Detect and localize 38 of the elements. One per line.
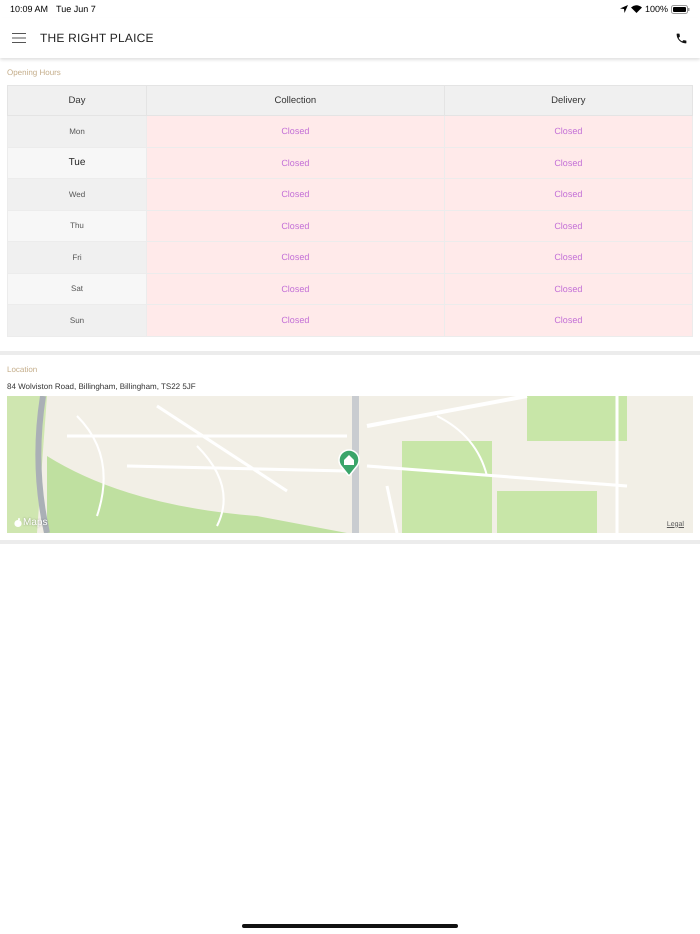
day-cell: Sat	[8, 273, 146, 304]
day-cell: Mon	[8, 116, 146, 147]
collection-cell: Closed	[146, 242, 444, 273]
day-cell: Thu	[8, 210, 146, 242]
section-label: Location	[7, 364, 38, 376]
collection-cell: Closed	[146, 178, 444, 210]
day-cell: Wed	[8, 178, 146, 210]
section-label: Opening Hours	[7, 67, 62, 79]
collection-cell: Closed	[146, 304, 444, 336]
delivery-cell: Closed	[444, 242, 692, 273]
phone-icon[interactable]	[675, 32, 688, 44]
app-title: THE RIGHT PLAICE	[40, 31, 154, 45]
collection-cell: Closed	[146, 210, 444, 242]
delivery-cell: Closed	[444, 116, 692, 147]
maps-logo-text: Maps	[23, 516, 48, 528]
column-header: Delivery	[444, 86, 692, 116]
delivery-cell: Closed	[444, 147, 692, 178]
day-cell: Sun	[8, 304, 146, 336]
collection-cell: Closed	[146, 147, 444, 178]
address-text: 84 Wolviston Road, Billingham, Billingham, TS22 5JF	[7, 382, 197, 393]
battery-percent: 100%	[644, 4, 668, 14]
delivery-cell: Closed	[444, 178, 692, 210]
delivery-cell: Closed	[444, 304, 692, 336]
status-date: Tue Jun 7	[56, 4, 96, 14]
menu-icon[interactable]	[12, 33, 26, 43]
day-cell: Fri	[8, 242, 146, 273]
column-header: Day	[8, 86, 146, 116]
day-cell: Tue	[8, 147, 146, 178]
battery-icon	[671, 4, 690, 14]
delivery-cell: Closed	[444, 210, 692, 242]
status-time: 10:09 AM	[10, 4, 48, 14]
collection-cell: Closed	[146, 273, 444, 304]
location-arrow-icon	[620, 5, 628, 13]
wifi-icon	[630, 5, 642, 13]
column-header: Collection	[146, 86, 444, 116]
house-pin-icon[interactable]	[338, 448, 360, 476]
delivery-cell: Closed	[444, 273, 692, 304]
collection-cell: Closed	[146, 116, 444, 147]
